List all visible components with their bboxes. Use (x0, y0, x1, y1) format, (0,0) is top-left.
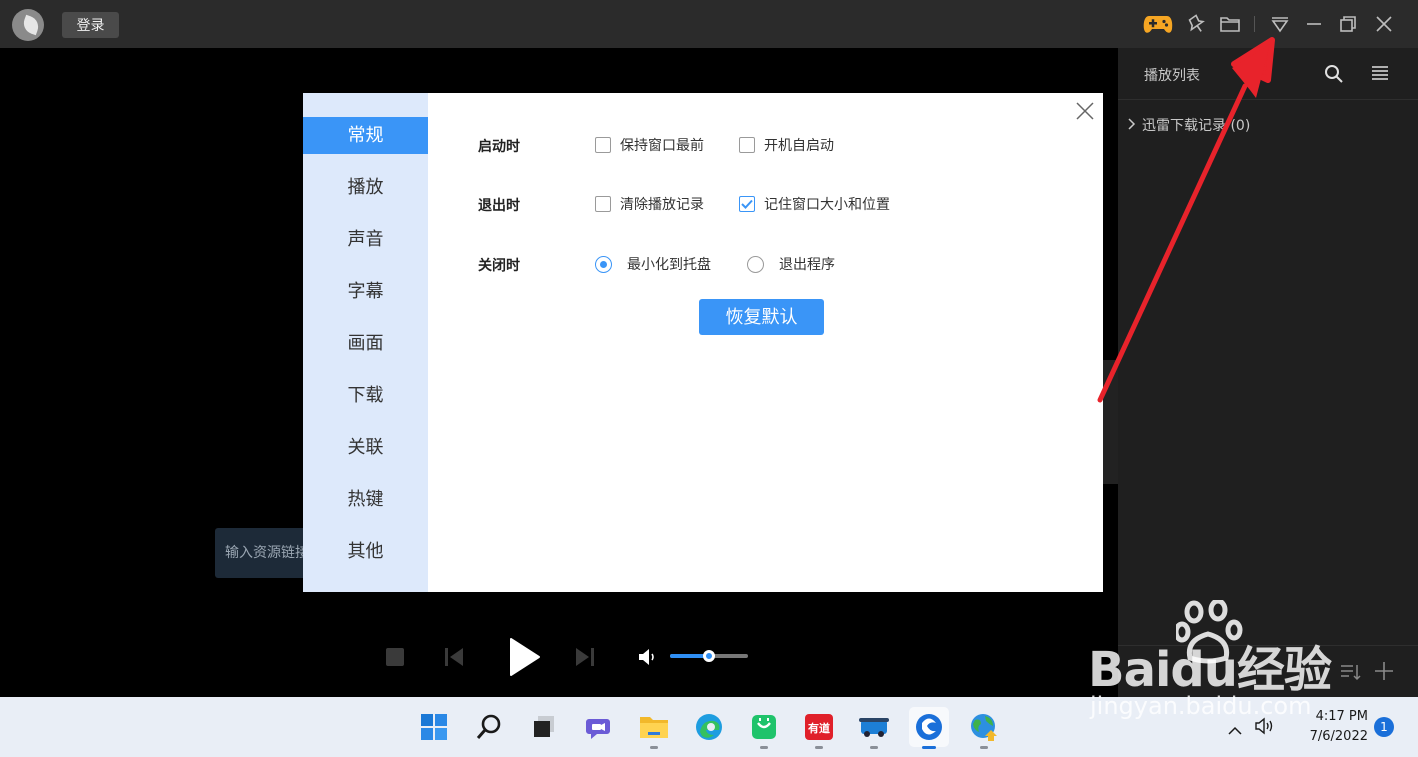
search-icon[interactable] (469, 707, 509, 747)
previous-icon[interactable] (443, 647, 465, 667)
playlist-title: 播放列表 (1144, 68, 1200, 84)
option-label: 退出程序 (779, 257, 835, 273)
keep-on-top-checkbox[interactable]: 保持窗口最前 (595, 135, 704, 155)
checkbox-box[interactable] (595, 196, 611, 212)
exit-label: 退出时 (478, 198, 520, 214)
remember-window-checkbox[interactable]: 记住窗口大小和位置 (739, 194, 890, 214)
game-controller-icon[interactable] (1142, 8, 1174, 40)
wechat-store-icon[interactable] (744, 707, 784, 749)
checkbox-box[interactable] (595, 137, 611, 153)
running-indicator (650, 746, 658, 749)
globe-update-icon[interactable] (964, 707, 1004, 749)
restore-defaults-button[interactable]: 恢复默认 (699, 299, 824, 335)
youdao-label: 有道 (808, 721, 830, 735)
minimize-to-tray-radio[interactable]: 最小化到托盘 (595, 254, 711, 274)
system-clock[interactable]: 4:17 PM 7/6/2022 (1288, 707, 1368, 747)
nav-item-download[interactable]: 下载 (303, 377, 428, 414)
play-icon[interactable] (506, 636, 542, 678)
windows-start-icon[interactable] (414, 707, 454, 747)
option-label: 开机自启动 (764, 138, 834, 154)
search-icon[interactable] (1324, 64, 1344, 88)
playlist-panel: 播放列表 迅雷下载记录 (0) (1118, 48, 1418, 697)
running-indicator (815, 746, 823, 749)
volume-icon[interactable] (637, 647, 659, 667)
close-label: 关闭时 (478, 258, 520, 274)
nav-item-other[interactable]: 其他 (303, 533, 428, 570)
chevron-up-icon[interactable] (1228, 721, 1242, 740)
teams-chat-icon[interactable] (579, 707, 619, 747)
running-indicator (870, 746, 878, 749)
sort-icon[interactable] (1340, 662, 1362, 686)
startup-label: 启动时 (478, 139, 520, 155)
task-view-icon[interactable] (524, 707, 564, 747)
nav-item-sound[interactable]: 声音 (303, 221, 428, 258)
autostart-checkbox[interactable]: 开机自启动 (739, 135, 834, 155)
settings-nav: 常规 播放 声音 字幕 画面 下载 关联 热键 其他 (303, 93, 428, 592)
windows-taskbar: 有道 4:17 PM 7/6/2022 1 (0, 697, 1418, 757)
title-bar: 登录 (0, 0, 1418, 48)
notification-badge[interactable]: 1 (1374, 717, 1394, 737)
edge-browser-icon[interactable] (689, 707, 729, 747)
option-label: 清除播放记录 (620, 197, 704, 213)
url-input-hint[interactable]: 输入资源链接 (215, 528, 315, 578)
nav-item-picture[interactable]: 画面 (303, 325, 428, 362)
nav-item-hotkeys[interactable]: 热键 (303, 481, 428, 518)
playlist-item-label: 迅雷下载记录 (0) (1142, 118, 1251, 134)
next-icon[interactable] (574, 647, 596, 667)
close-icon[interactable] (1368, 8, 1400, 40)
option-label: 保持窗口最前 (620, 138, 704, 154)
add-icon[interactable] (1374, 661, 1394, 685)
stop-icon[interactable] (385, 647, 405, 667)
option-label: 记住窗口大小和位置 (764, 197, 890, 213)
playback-controls (380, 632, 760, 682)
restore-icon[interactable] (1332, 8, 1364, 40)
radio-button[interactable] (747, 255, 764, 273)
login-button[interactable]: 登录 (62, 12, 119, 38)
exit-program-radio[interactable]: 退出程序 (747, 254, 835, 274)
clear-history-checkbox[interactable]: 清除播放记录 (595, 194, 704, 214)
game-app-icon[interactable] (854, 707, 894, 749)
settings-dialog: 常规 播放 声音 字幕 画面 下载 关联 热键 其他 启动时 保持窗口最前 开机… (303, 93, 1103, 592)
nav-item-playback[interactable]: 播放 (303, 169, 428, 206)
nav-item-general[interactable]: 常规 (303, 117, 428, 154)
toolbar-divider (1254, 16, 1255, 32)
volume-slider[interactable] (670, 650, 748, 662)
playlist-footer (1118, 645, 1418, 697)
menu-dropdown-icon[interactable] (1264, 8, 1296, 40)
xunlei-player-taskbar-icon[interactable] (909, 707, 949, 749)
nav-item-association[interactable]: 关联 (303, 429, 428, 466)
folder-icon[interactable] (1214, 8, 1246, 40)
active-indicator (922, 746, 936, 749)
option-label: 最小化到托盘 (627, 257, 711, 273)
app-logo (12, 9, 44, 41)
radio-button-selected[interactable] (595, 255, 612, 273)
dialog-close-icon[interactable] (1074, 100, 1096, 122)
chevron-right-icon (1128, 118, 1136, 134)
playlist-item-thunder[interactable]: 迅雷下载记录 (0) (1128, 115, 1250, 135)
list-menu-icon[interactable] (1371, 65, 1389, 85)
youdao-dictionary-icon[interactable]: 有道 (799, 707, 839, 749)
app-window: 登录 输入资源链接 播放列表 迅雷下载记录 (0) 常规 播放 声音 字幕 画面… (0, 0, 1418, 697)
pin-icon[interactable] (1180, 8, 1212, 40)
checkbox-box[interactable] (739, 137, 755, 153)
minimize-icon[interactable] (1298, 8, 1330, 40)
nav-item-subtitles[interactable]: 字幕 (303, 273, 428, 310)
clock-date: 7/6/2022 (1309, 729, 1368, 744)
volume-knob[interactable] (703, 650, 715, 662)
speaker-icon[interactable] (1254, 717, 1276, 739)
checkmark-icon (741, 199, 753, 209)
running-indicator (980, 746, 988, 749)
clock-time: 4:17 PM (1315, 709, 1368, 724)
playlist-header: 播放列表 (1118, 48, 1418, 100)
running-indicator (760, 746, 768, 749)
file-explorer-icon[interactable] (634, 707, 674, 749)
checkbox-box-checked[interactable] (739, 196, 755, 212)
